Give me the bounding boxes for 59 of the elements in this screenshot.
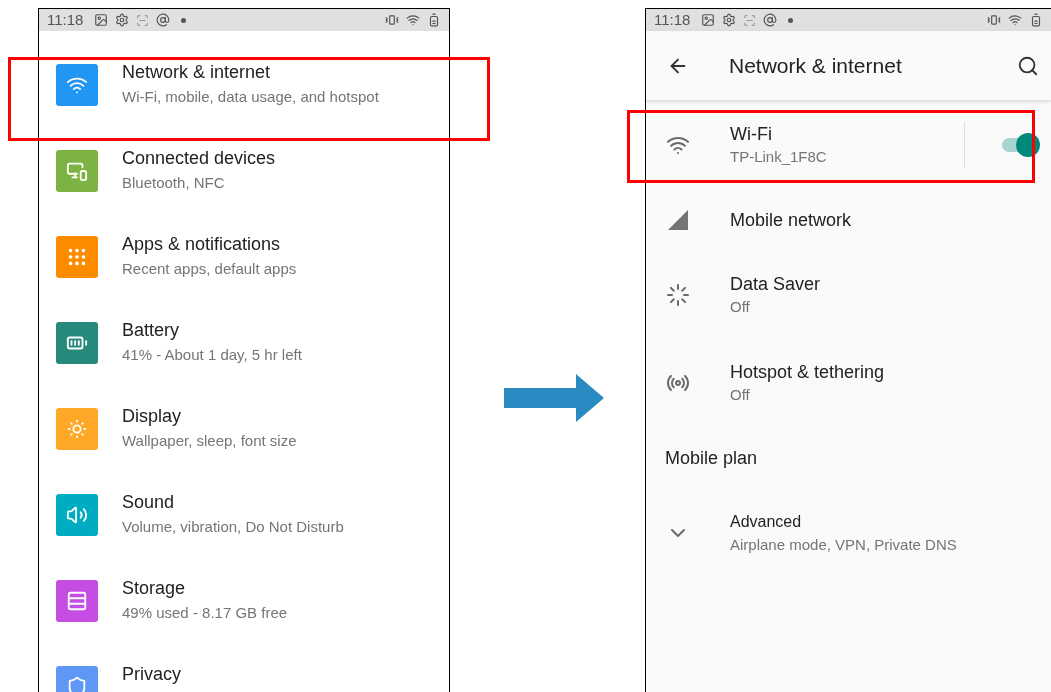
item-title: Mobile network bbox=[730, 209, 853, 232]
item-subtitle: Wi-Fi, mobile, data usage, and hotspot bbox=[122, 87, 379, 107]
section-heading: Mobile plan bbox=[665, 446, 758, 470]
scan-icon bbox=[743, 13, 757, 27]
settings-item[interactable]: Connected devices Bluetooth, NFC bbox=[39, 128, 449, 214]
scan-icon bbox=[136, 13, 150, 27]
settings-item[interactable]: Wi-Fi TP-Link_1F8C bbox=[646, 101, 1051, 189]
item-title: Network & internet bbox=[122, 62, 272, 83]
arrow-icon bbox=[503, 374, 604, 422]
item-subtitle: Off bbox=[730, 385, 751, 405]
settings-icon bbox=[115, 13, 130, 27]
settings-item[interactable]: Display Wallpaper, sleep, font size bbox=[39, 386, 449, 472]
item-subtitle: TP-Link_1F8C bbox=[730, 147, 828, 167]
search-icon[interactable] bbox=[1017, 54, 1039, 77]
item-subtitle: Off bbox=[730, 297, 751, 317]
item-subtitle: 49% used - 8.17 GB free bbox=[122, 603, 288, 623]
item-title: Hotspot & tethering bbox=[730, 361, 886, 384]
item-subtitle: Airplane mode, VPN, Private DNS bbox=[730, 535, 958, 555]
item-title: Apps & notifications bbox=[122, 234, 282, 255]
settings-item[interactable]: Sound Volume, vibration, Do Not Disturb bbox=[39, 472, 449, 558]
image-icon bbox=[701, 13, 716, 27]
item-title: Battery bbox=[122, 320, 181, 341]
at-sign-icon bbox=[156, 13, 171, 27]
vibrate-icon bbox=[385, 13, 399, 27]
settings-item[interactable]: Advanced Airplane mode, VPN, Private DNS bbox=[646, 489, 1051, 577]
battery-icon bbox=[427, 13, 441, 27]
status-time: 11:18 bbox=[47, 9, 84, 30]
item-title: Wi-Fi bbox=[730, 123, 773, 146]
settings-item[interactable]: Privacy bbox=[39, 644, 449, 692]
image-icon bbox=[94, 13, 109, 27]
vibrate-icon bbox=[987, 13, 1001, 27]
settings-item[interactable]: Hotspot & tethering Off bbox=[646, 339, 1051, 427]
at-sign-icon bbox=[763, 13, 778, 27]
wifi-icon bbox=[406, 13, 420, 27]
battery-icon bbox=[1029, 13, 1043, 27]
item-title: Display bbox=[122, 406, 183, 427]
settings-item[interactable]: Battery 41% - About 1 day, 5 hr left bbox=[39, 300, 449, 386]
item-title: Advanced bbox=[730, 512, 803, 532]
item-subtitle: Wallpaper, sleep, font size bbox=[122, 431, 297, 451]
settings-item[interactable]: Mobile network bbox=[646, 189, 1051, 251]
page-title: Network & internet bbox=[729, 52, 902, 79]
status-time: 11:18 bbox=[654, 9, 691, 30]
wifi-icon bbox=[1008, 13, 1022, 27]
settings-icon bbox=[722, 13, 737, 27]
settings-item[interactable]: Data Saver Off bbox=[646, 251, 1051, 339]
settings-item[interactable]: Network & internet Wi-Fi, mobile, data usage, and hotspot bbox=[39, 42, 449, 128]
item-title: Connected devices bbox=[122, 148, 276, 169]
item-subtitle: Bluetooth, NFC bbox=[122, 173, 226, 193]
item-title: Sound bbox=[122, 492, 176, 513]
item-subtitle: Volume, vibration, Do Not Disturb bbox=[122, 517, 344, 537]
item-subtitle: Recent apps, default apps bbox=[122, 259, 297, 279]
settings-item[interactable]: Storage 49% used - 8.17 GB free bbox=[39, 558, 449, 644]
item-subtitle: 41% - About 1 day, 5 hr left bbox=[122, 345, 302, 365]
settings-item[interactable]: Apps & notifications Recent apps, default apps bbox=[39, 214, 449, 300]
item-title: Data Saver bbox=[730, 273, 822, 296]
item-title: Storage bbox=[122, 578, 187, 599]
signal-icon bbox=[666, 208, 690, 232]
data-saver-icon bbox=[666, 283, 690, 307]
item-title: Privacy bbox=[122, 664, 181, 685]
